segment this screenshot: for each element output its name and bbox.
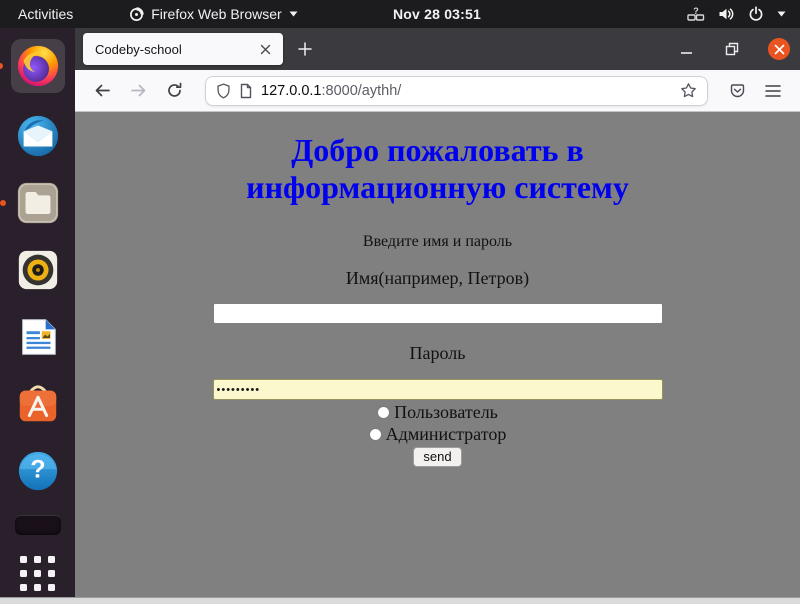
thunderbird-icon [15,113,61,159]
url-path: :8000/aythh/ [321,83,401,99]
libreoffice-writer-icon [15,314,61,360]
minimize-button[interactable] [676,39,696,59]
tab-strip: Codeby-school [75,28,800,70]
dock-item-files[interactable] [14,179,62,227]
forward-button[interactable] [123,76,153,106]
firefox-symbolic-icon [129,7,144,22]
gnome-top-bar: Activities Firefox Web Browser Nov 28 03… [0,0,800,28]
bookmark-star-icon[interactable] [680,82,697,99]
form-subtitle: Введите имя и пароль [75,233,800,251]
screen-bottom-edge [0,597,800,604]
name-label: Имя(например, Петров) [75,268,800,289]
back-button[interactable] [87,76,117,106]
app-menu-label: Firefox Web Browser [151,6,281,22]
dock-item-firefox[interactable] [11,39,65,93]
help-icon: ? [15,448,61,494]
dock-item-thunderbird[interactable] [14,112,62,160]
tab-title: Codeby-school [95,42,255,57]
reload-button[interactable] [159,76,189,106]
dock-item-rhythmbox[interactable] [14,246,62,294]
window-controls [676,38,790,60]
url-domain: 127.0.0.1 [261,83,321,99]
activities-button[interactable]: Activities [0,0,91,28]
admin-radio-label: Администратор [386,425,507,444]
send-button[interactable]: send [413,447,461,467]
minimized-window-icon [15,515,61,535]
page-title: Добро пожаловать винформационную систему [75,132,800,206]
system-status-area[interactable]: ? [687,0,800,28]
power-icon [748,6,764,22]
dock-item-minimized-window[interactable] [14,514,62,536]
running-indicator [0,63,3,69]
user-radio-label: Пользователь [394,403,498,422]
desktop-screen: Activities Firefox Web Browser Nov 28 03… [0,0,800,604]
web-page: Добро пожаловать винформационную систему… [75,112,800,597]
dock-item-help[interactable]: ? [14,447,62,495]
url-text[interactable]: 127.0.0.1:8000/aythh/ [261,83,672,99]
svg-text:?: ? [30,456,45,484]
clock[interactable]: Nov 28 03:51 [393,0,481,28]
tab-close-icon[interactable] [255,39,275,59]
admin-radio[interactable] [369,428,382,441]
dock-item-ubuntu-software[interactable] [14,380,62,428]
ubuntu-software-icon [15,381,61,427]
show-applications-icon [20,556,55,591]
tab-codeby-school[interactable]: Codeby-school [83,33,283,65]
svg-text:?: ? [693,6,699,16]
navigation-toolbar: 127.0.0.1:8000/aythh/ [75,70,800,112]
app-menu-button[interactable]: Firefox Web Browser [121,0,305,28]
password-input[interactable] [213,379,663,400]
files-icon [15,180,61,226]
restore-button[interactable] [722,39,742,59]
menu-hamburger-icon[interactable] [758,76,788,106]
new-tab-button[interactable] [291,35,319,63]
show-applications-button[interactable] [14,555,62,591]
chevron-down-icon [289,11,298,17]
ubuntu-dock: ? [0,28,75,597]
firefox-icon [15,43,61,89]
volume-icon [718,6,735,22]
pocket-icon[interactable] [722,76,752,106]
url-bar[interactable]: 127.0.0.1:8000/aythh/ [205,76,708,106]
firefox-window: Codeby-school [75,28,800,597]
rhythmbox-icon [15,247,61,293]
radio-row-user: Пользователь [75,403,800,422]
radio-row-admin: Администратор [75,425,800,444]
network-unknown-icon: ? [687,6,705,22]
user-radio[interactable] [377,406,390,419]
name-input[interactable] [213,303,663,324]
password-label: Пароль [75,343,800,364]
tracking-protection-shield-icon[interactable] [216,83,231,99]
close-button[interactable] [768,38,790,60]
dock-item-libreoffice-writer[interactable] [14,313,62,361]
running-indicator [0,200,6,206]
chevron-down-icon [777,11,786,17]
page-info-icon[interactable] [239,83,253,99]
